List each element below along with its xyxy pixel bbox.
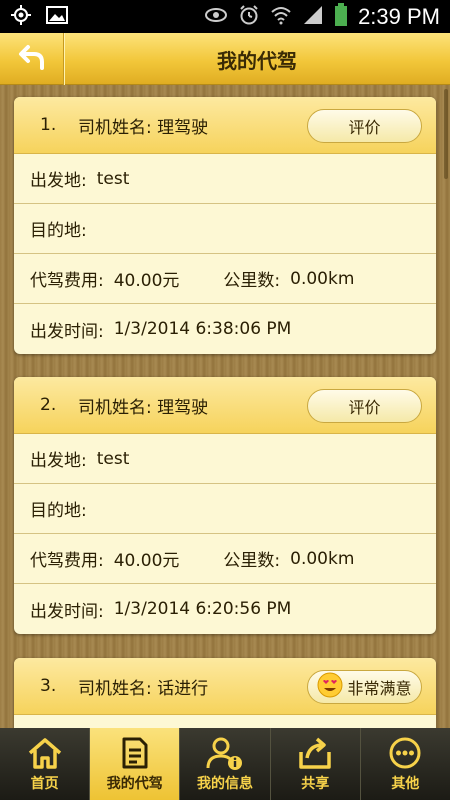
time-row: 出发时间: 1/3/2014 6:20:56 PM [14,584,436,634]
status-bar: 2:39 PM [0,0,450,33]
alarm-icon [238,4,260,30]
destination-row: 目的地: [14,204,436,254]
eye-icon [204,7,228,27]
fee-label: 代驾费用: [30,551,104,571]
document-icon [120,735,150,771]
order-list[interactable]: 1. 司机姓名: 理驾驶 评价 出发地: test 目的地: 代驾费用: 40.… [0,85,450,728]
time-label: 出发时间: [30,601,104,622]
driver-name: 司机姓名: 理驾驶 [78,117,209,138]
fee-value: 40.00元 [113,271,180,291]
share-icon [297,735,333,771]
tab-my-info-label: 我的信息 [197,776,253,792]
app-header: 我的代驾 [0,33,450,85]
order-card: 3. 司机姓名: 话进行 非常满意 [14,658,436,728]
km-label: 公里数: [223,271,281,291]
signal-icon [302,5,324,29]
km-label: 公里数: [223,551,281,571]
origin-label: 出发地: [30,171,87,191]
destination-row: 目的地: [14,484,436,534]
tab-other-label: 其他 [391,776,420,792]
order-card-header: 2. 司机姓名: 理驾驶 评价 [14,377,436,434]
heart-eyes-emoji-icon [317,672,343,702]
km-value: 0.00km [290,548,355,569]
wifi-icon [270,5,292,29]
km-value: 0.00km [290,268,355,289]
order-index: 2. [40,395,57,415]
origin-value: test [96,448,130,469]
back-button[interactable] [0,33,64,85]
tab-share-label: 共享 [301,776,330,792]
rate-button[interactable]: 评价 [307,109,422,143]
rate-button[interactable]: 评价 [307,389,422,423]
fee-row: 代驾费用: 40.00元 公里数: 0.00km [14,254,436,304]
order-index: 1. [40,115,57,135]
rate-button-label: 评价 [348,118,381,137]
battery-icon [334,2,348,31]
more-icon [388,735,422,771]
order-card-header: 3. 司机姓名: 话进行 非常满意 [14,658,436,715]
fee-row: 代驾费用: 40.00元 公里数: 0.00km [14,534,436,584]
origin-row: 出发地: test [14,154,436,204]
origin-row: 出发地: test [14,434,436,484]
order-index: 3. [40,676,57,696]
image-icon [46,5,68,29]
tab-my-info[interactable]: 我的信息 [180,728,271,800]
home-icon [27,735,63,771]
rating-label: 非常满意 [347,679,412,698]
clock-time: 2:39 PM [358,3,440,29]
user-info-icon [206,735,244,771]
destination-label: 目的地: [30,221,87,241]
tab-my-orders[interactable]: 我的代驾 [90,728,181,800]
order-card-header: 1. 司机姓名: 理驾驶 评价 [14,97,436,154]
gps-icon [10,4,32,30]
time-value: 1/3/2014 6:38:06 PM [113,319,292,339]
time-row: 出发时间: 1/3/2014 6:38:06 PM [14,304,436,354]
order-card: 1. 司机姓名: 理驾驶 评价 出发地: test 目的地: 代驾费用: 40.… [14,97,436,354]
tab-my-orders-label: 我的代驾 [106,776,163,792]
driver-name: 司机姓名: 理驾驶 [78,397,209,418]
rate-button-label: 评价 [348,398,381,417]
destination-label: 目的地: [30,501,87,521]
bottom-tab-bar: 首页 我的代驾 我的信息 共享 其他 [0,728,450,800]
tab-other[interactable]: 其他 [361,728,450,800]
tab-home[interactable]: 首页 [0,728,91,800]
time-value: 1/3/2014 6:20:56 PM [113,599,292,619]
order-card: 2. 司机姓名: 理驾驶 评价 出发地: test 目的地: 代驾费用: 40.… [14,377,436,634]
scrollbar[interactable] [444,89,448,179]
rating-button[interactable]: 非常满意 [307,670,422,704]
fee-label: 代驾费用: [30,271,104,291]
tab-share[interactable]: 共享 [271,728,361,800]
tab-home-label: 首页 [30,776,59,792]
page-title: 我的代驾 [217,48,297,73]
fee-value: 40.00元 [113,551,180,571]
origin-label: 出发地: [30,451,87,471]
origin-value: test [96,168,130,189]
time-label: 出发时间: [30,321,104,342]
driver-name: 司机姓名: 话进行 [78,678,209,699]
back-arrow-icon [18,44,46,74]
